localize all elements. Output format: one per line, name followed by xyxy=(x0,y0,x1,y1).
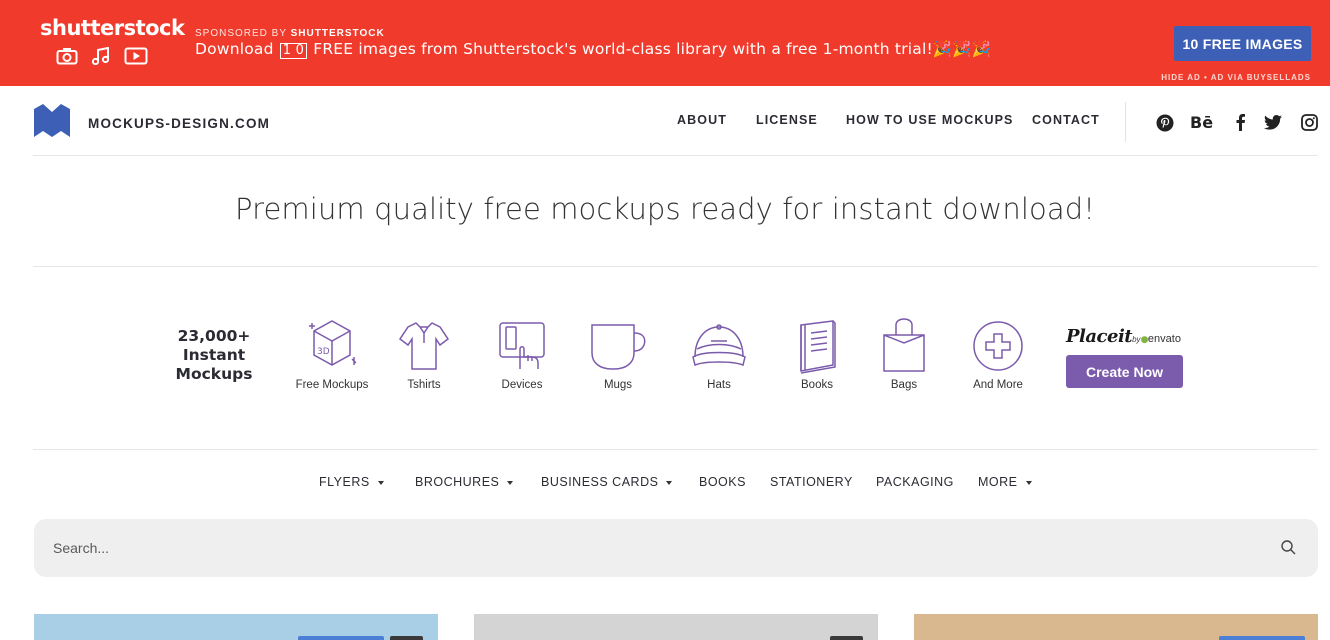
behance-icon[interactable]: Bē xyxy=(1190,113,1213,132)
card-category-badge[interactable] xyxy=(1219,636,1305,640)
play-icon xyxy=(124,47,148,65)
facebook-icon[interactable] xyxy=(1234,113,1246,136)
svg-text:3D: 3D xyxy=(317,347,330,357)
subnav-label: STATIONERY xyxy=(770,475,853,489)
category-mugs[interactable]: Mugs xyxy=(568,317,668,391)
chevron-down-icon xyxy=(666,480,673,485)
mockup-count: 23,000+ Instant Mockups xyxy=(168,327,260,384)
ad-text-after: FREE images from Shutterstock's world-cl… xyxy=(313,40,933,58)
camera-icon xyxy=(56,47,78,65)
placeit-partner: envato xyxy=(1147,333,1181,345)
search-bar xyxy=(34,519,1318,577)
subnav-label: BOOKS xyxy=(699,475,746,489)
chevron-down-icon xyxy=(507,480,514,485)
header-divider xyxy=(33,155,1318,156)
mockup-card-1[interactable] xyxy=(34,614,438,640)
mockup-card-2[interactable] xyxy=(474,614,878,640)
card-free-badge xyxy=(390,636,423,640)
subnav-flyers[interactable]: FLYERS xyxy=(319,475,384,489)
ad-banner[interactable]: shutterstock SPONSORED BY SHUTTERSTOCK D… xyxy=(0,0,1330,86)
subnav-business-cards[interactable]: BUSINESS CARDS xyxy=(541,475,673,489)
shutterstock-logo[interactable]: shutterstock xyxy=(40,16,185,40)
subnav-label: BROCHURES xyxy=(415,475,500,489)
ad-headline[interactable]: Download 1 0 FREE images from Shuttersto… xyxy=(195,40,991,59)
sponsored-prefix: SPONSORED BY xyxy=(195,28,287,39)
subnav-stationery[interactable]: STATIONERY xyxy=(770,475,853,489)
subnav-books[interactable]: BOOKS xyxy=(699,475,746,489)
instagram-icon[interactable] xyxy=(1301,114,1318,136)
placeit-by: by xyxy=(1132,335,1141,344)
category-and-more[interactable]: And More xyxy=(948,317,1048,391)
3d-box-icon: 3D xyxy=(309,320,357,366)
category-tshirts[interactable]: Tshirts xyxy=(374,317,474,391)
category-free-mockups[interactable]: 3D Free Mockups xyxy=(282,317,382,391)
category-label: Bags xyxy=(890,379,918,391)
pinterest-icon[interactable] xyxy=(1156,114,1174,137)
subnav-label: MORE xyxy=(978,475,1018,489)
sponsored-brand: SHUTTERSTOCK xyxy=(290,28,385,39)
party-popper-icons: 🎉🎉🎉 xyxy=(932,40,992,58)
tagline-divider xyxy=(33,266,1318,267)
page-tagline: Premium quality free mockups ready for i… xyxy=(235,192,1095,226)
categories-divider xyxy=(33,449,1318,450)
ad-sponsored-label: SPONSORED BY SHUTTERSTOCK xyxy=(195,28,385,39)
devices-icon xyxy=(499,322,545,369)
tshirt-icon xyxy=(398,322,450,370)
category-books[interactable]: Books xyxy=(767,317,867,391)
mockup-count-number: 23,000+ xyxy=(177,327,251,345)
placeit-logo[interactable]: Placeitby●envato xyxy=(1066,326,1181,347)
nav-license[interactable]: LICENSE xyxy=(756,113,818,127)
chevron-down-icon xyxy=(1025,480,1032,485)
subnav-label: BUSINESS CARDS xyxy=(541,475,659,489)
site-name[interactable]: MOCKUPS-DESIGN.COM xyxy=(88,116,270,131)
mockup-count-line2: Instant xyxy=(182,346,246,364)
free-images-button[interactable]: 10 FREE IMAGES xyxy=(1174,26,1311,61)
hat-icon xyxy=(692,324,746,367)
music-note-icon xyxy=(90,47,112,65)
category-label: Free Mockups xyxy=(295,379,369,391)
subnav-label: FLYERS xyxy=(319,475,370,489)
search-input[interactable] xyxy=(34,519,1318,577)
nav-about[interactable]: ABOUT xyxy=(677,113,727,127)
ad-text-before: Download xyxy=(195,40,274,58)
mockup-count-line3: Mockups xyxy=(175,365,253,383)
subnav-more[interactable]: MORE xyxy=(978,475,1032,489)
category-devices[interactable]: Devices xyxy=(472,317,572,391)
subnav-label: PACKAGING xyxy=(876,475,954,489)
bag-icon xyxy=(883,318,925,372)
hide-ad-link[interactable]: HIDE AD • AD VIA BUYSELLADS xyxy=(1161,73,1311,82)
category-label: Devices xyxy=(501,379,543,391)
category-label: Hats xyxy=(707,379,731,391)
nav-contact[interactable]: CONTACT xyxy=(1032,113,1100,127)
category-label: Mugs xyxy=(603,379,633,391)
envato-leaf-icon: ● xyxy=(1140,335,1149,345)
subnav-packaging[interactable]: PACKAGING xyxy=(876,475,954,489)
mockup-card-3[interactable] xyxy=(914,614,1318,640)
create-now-button[interactable]: Create Now xyxy=(1066,355,1183,388)
category-label: Books xyxy=(801,379,833,391)
placeit-brand: Placeit xyxy=(1066,326,1133,347)
subnav-brochures[interactable]: BROCHURES xyxy=(415,475,514,489)
twitter-icon[interactable] xyxy=(1264,115,1282,135)
category-bags[interactable]: Bags xyxy=(854,317,954,391)
card-category-badge[interactable] xyxy=(298,636,384,640)
plus-circle-icon xyxy=(973,321,1023,371)
chevron-down-icon xyxy=(377,480,384,485)
site-logo-icon[interactable] xyxy=(34,104,70,142)
category-label: Tshirts xyxy=(407,379,441,391)
ad-media-icons xyxy=(56,47,148,65)
nav-how-to-use-mockups[interactable]: HOW TO USE MOCKUPS xyxy=(846,113,1014,127)
card-free-badge xyxy=(830,636,863,640)
book-icon xyxy=(800,320,836,374)
ad-boxed-number: 1 0 xyxy=(279,43,308,59)
category-label: And More xyxy=(973,379,1023,391)
mug-icon xyxy=(591,324,646,370)
search-icon[interactable] xyxy=(1281,540,1296,560)
nav-divider xyxy=(1125,102,1126,142)
category-hats[interactable]: Hats xyxy=(669,317,769,391)
